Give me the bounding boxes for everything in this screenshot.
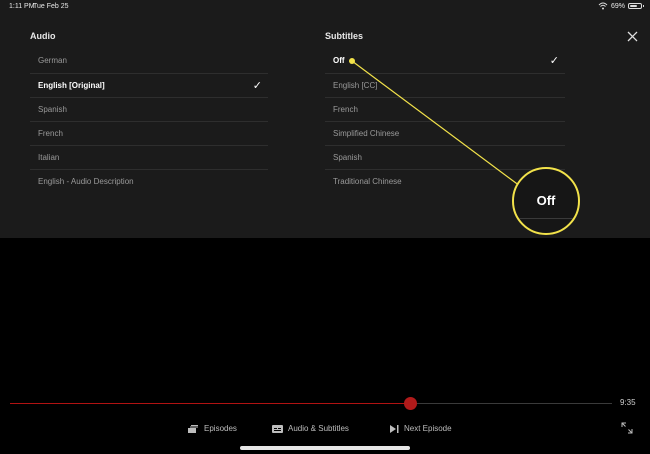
audio-option-label: French: [38, 129, 63, 138]
battery-icon: [628, 3, 644, 9]
next-episode-button[interactable]: Next Episode: [390, 424, 452, 433]
progress-fill: [10, 403, 411, 404]
audio-option[interactable]: Spanish: [30, 97, 268, 121]
episodes-button[interactable]: Episodes: [188, 424, 237, 433]
audio-heading: Audio: [30, 31, 56, 41]
subtitles-heading: Subtitles: [325, 31, 364, 41]
audio-option[interactable]: Italian: [30, 145, 268, 169]
time-remaining: 9:35: [620, 398, 636, 407]
subtitle-option-label: Spanish: [333, 153, 362, 162]
subtitle-option[interactable]: French: [325, 97, 565, 121]
subtitle-option-label: French: [333, 105, 358, 114]
battery-percent: 69%: [610, 2, 625, 10]
subtitle-option-label: Off: [333, 56, 345, 65]
progress-bar[interactable]: [10, 397, 612, 410]
next-episode-icon: [390, 424, 399, 433]
audio-option[interactable]: English - Audio Description: [30, 169, 268, 193]
subtitle-option-label: Simplified Chinese: [333, 129, 400, 138]
audio-subtitles-label: Audio & Subtitles: [288, 424, 349, 433]
next-episode-label: Next Episode: [404, 424, 452, 433]
subtitle-option[interactable]: Spanish: [325, 145, 565, 169]
status-time: 1:11 PM: [9, 3, 35, 10]
close-icon[interactable]: [626, 30, 639, 43]
status-bar: 1:11 PM Tue Feb 25 69%: [0, 0, 650, 14]
callout-divider: [514, 218, 578, 219]
audio-option[interactable]: German: [30, 49, 268, 73]
subtitle-option-label: Traditional Chinese: [333, 177, 402, 186]
audio-option[interactable]: English [Original] ✓: [30, 73, 268, 97]
subtitle-option[interactable]: Simplified Chinese: [325, 121, 565, 145]
audio-list: German English [Original] ✓ Spanish French It…: [30, 49, 268, 193]
checkmark-icon: ✓: [252, 80, 262, 92]
subtitles-icon: [272, 424, 283, 433]
fullscreen-icon[interactable]: [621, 422, 633, 434]
wifi-icon: [598, 2, 608, 10]
home-indicator[interactable]: [240, 446, 410, 450]
audio-option-label: English - Audio Description: [38, 177, 134, 186]
subtitle-option-label: English [CC]: [333, 81, 378, 90]
callout-label: Off: [536, 193, 556, 208]
audio-option-label: Spanish: [38, 105, 67, 114]
checkmark-icon: ✓: [549, 55, 559, 67]
subtitle-option[interactable]: Off ✓: [325, 49, 565, 73]
audio-option-label: English [Original]: [38, 81, 105, 90]
subtitle-option[interactable]: English [CC]: [325, 73, 565, 97]
episodes-icon: [188, 424, 198, 433]
audio-option-label: German: [38, 56, 67, 65]
audio-option-label: Italian: [38, 153, 60, 162]
callout-magnifier: Off: [512, 167, 580, 235]
scrubber-handle[interactable]: [404, 397, 418, 410]
audio-subtitles-button[interactable]: Audio & Subtitles: [272, 424, 349, 433]
status-indicators: 69%: [598, 2, 644, 10]
episodes-label: Episodes: [204, 424, 237, 433]
status-date: Tue Feb 25: [33, 3, 69, 10]
audio-option[interactable]: French: [30, 121, 268, 145]
